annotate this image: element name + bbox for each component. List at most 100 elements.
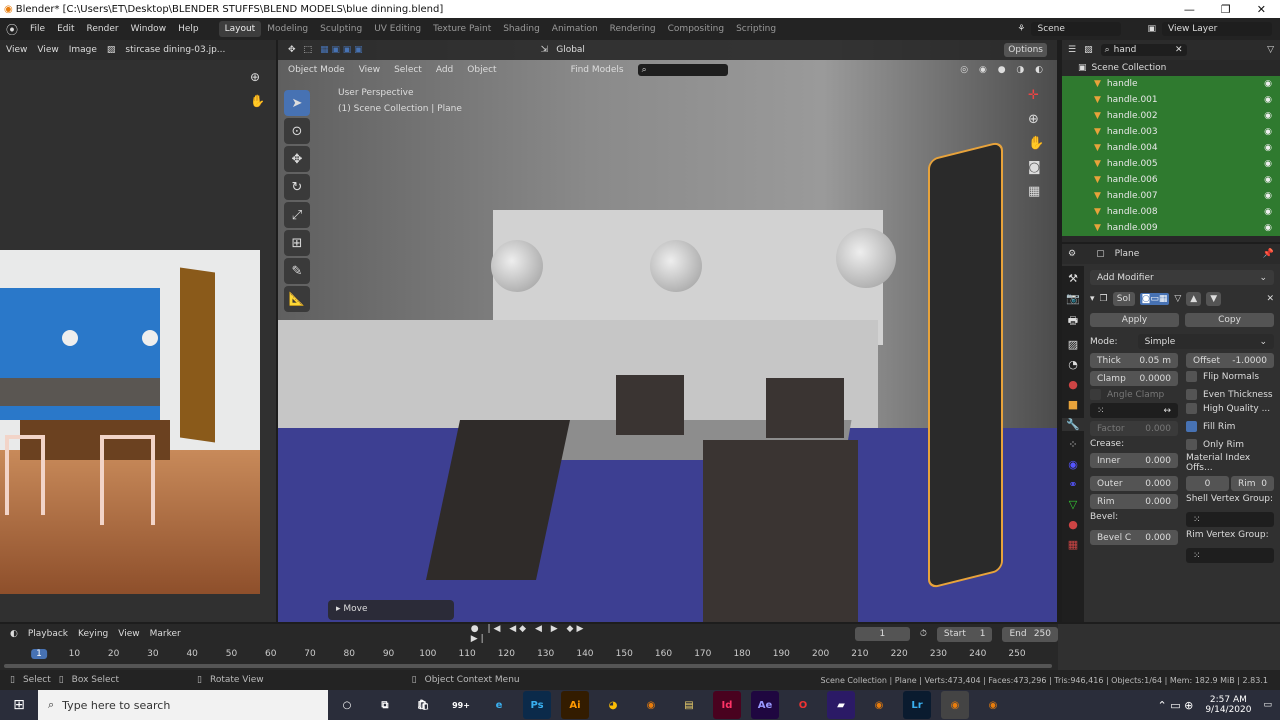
- list-item[interactable]: ▼ handle.007 ◉: [1062, 188, 1280, 204]
- factor-field[interactable]: Factor 0.000: [1090, 421, 1178, 436]
- selected-plane[interactable]: [928, 140, 1003, 590]
- move-down-icon[interactable]: ▼: [1206, 292, 1222, 306]
- pin-icon[interactable]: 📌: [1263, 249, 1274, 259]
- shading-mode-icons[interactable]: ◎ ◉ ● ◑ ◐: [960, 65, 1047, 75]
- eye-icon[interactable]: ◉: [1264, 127, 1272, 137]
- modifier-tab-icon[interactable]: 🔧: [1062, 418, 1084, 431]
- menu-window[interactable]: Window: [131, 24, 167, 34]
- remove-modifier-icon[interactable]: ✕: [1266, 294, 1274, 304]
- eye-icon[interactable]: ◉: [1264, 207, 1272, 217]
- tab-shading[interactable]: Shading: [497, 21, 546, 37]
- tray-icons[interactable]: ⌃ ▭ ⊕: [1158, 699, 1194, 712]
- view-menu[interactable]: View: [118, 629, 139, 639]
- transform-tool-icon[interactable]: ⊞: [284, 230, 310, 256]
- eye-icon[interactable]: ◉: [1264, 79, 1272, 89]
- add-menu[interactable]: Add: [436, 65, 453, 75]
- last-operator-panel[interactable]: ▸ Move: [328, 600, 454, 620]
- tab-uv-editing[interactable]: UV Editing: [368, 21, 427, 37]
- eye-icon[interactable]: ◉: [1264, 159, 1272, 169]
- playback-menu[interactable]: Playback: [28, 629, 68, 639]
- object-tab-icon[interactable]: ■: [1068, 398, 1078, 411]
- eye-icon[interactable]: ◉: [1264, 191, 1272, 201]
- view-menu[interactable]: View: [359, 65, 380, 75]
- select-mode-icon[interactable]: ▦ ▣ ▣ ▣: [320, 45, 363, 55]
- move-up-icon[interactable]: ▲: [1186, 292, 1202, 306]
- menu-file[interactable]: File: [30, 24, 45, 34]
- hand-pan-icon[interactable]: ✋: [1028, 136, 1044, 151]
- illustrator-icon[interactable]: Ai: [561, 691, 589, 719]
- blender-active-icon[interactable]: ◉: [941, 691, 969, 719]
- edge-icon[interactable]: e: [485, 691, 513, 719]
- vertex-group-field[interactable]: ⁙ ↔: [1090, 403, 1178, 418]
- scale-tool-icon[interactable]: ⤢: [284, 202, 310, 228]
- mail-icon[interactable]: 99+: [447, 691, 475, 719]
- angle-clamp-checkbox[interactable]: Angle Clamp: [1090, 389, 1178, 400]
- blender-icon[interactable]: ◉: [637, 691, 665, 719]
- photoshop-icon[interactable]: Ps: [523, 691, 551, 719]
- eye-icon[interactable]: ◉: [1264, 143, 1272, 153]
- eye-icon[interactable]: ◉: [1264, 95, 1272, 105]
- render-tab-icon[interactable]: 📷: [1066, 292, 1080, 305]
- clamp-field[interactable]: Clamp 0.0000: [1090, 371, 1178, 386]
- collapse-icon[interactable]: ▾: [1090, 294, 1095, 304]
- close-button[interactable]: ✕: [1257, 3, 1266, 16]
- task-view-icon[interactable]: ⧉: [371, 691, 399, 719]
- tab-texture-paint[interactable]: Texture Paint: [427, 21, 497, 37]
- timeline-scrollbar[interactable]: [4, 664, 1052, 668]
- marker-menu[interactable]: Marker: [150, 629, 181, 639]
- list-item[interactable]: ▼ handle.008 ◉: [1062, 204, 1280, 220]
- tab-scripting[interactable]: Scripting: [730, 21, 782, 37]
- 3d-viewport[interactable]: ✥ ⬚ ▦ ▣ ▣ ▣ ⇲ Global Options Object Mode…: [278, 40, 1057, 622]
- tab-rendering[interactable]: Rendering: [604, 21, 662, 37]
- grid-perspective-icon[interactable]: ▦: [1028, 184, 1044, 199]
- tab-modeling[interactable]: Modeling: [261, 21, 314, 37]
- zoom-icon[interactable]: ⊕: [1028, 112, 1044, 127]
- start-frame-field[interactable]: Start 1: [936, 626, 993, 642]
- menu-render[interactable]: Render: [87, 24, 119, 34]
- rim-vertex-group-field[interactable]: ⁙: [1186, 548, 1274, 563]
- keying-menu[interactable]: Keying: [78, 629, 108, 639]
- list-item[interactable]: ▼ handle ◉: [1062, 76, 1280, 92]
- object-menu[interactable]: Object: [467, 65, 496, 75]
- tab-animation[interactable]: Animation: [546, 21, 604, 37]
- annotate-tool-icon[interactable]: ✎: [284, 258, 310, 284]
- material-rim-field[interactable]: Rim 0: [1231, 476, 1274, 491]
- material-tab-icon[interactable]: ●: [1068, 518, 1078, 531]
- object-mode-dropdown[interactable]: Object Mode: [288, 65, 345, 75]
- eye-icon[interactable]: ◉: [1264, 175, 1272, 185]
- list-item[interactable]: ▼ handle.004 ◉: [1062, 140, 1280, 156]
- eye-icon[interactable]: ◉: [1264, 111, 1272, 121]
- view-layer-selector[interactable]: View Layer: [1162, 22, 1272, 36]
- only-rim-checkbox[interactable]: Only Rim: [1186, 439, 1274, 450]
- minimize-button[interactable]: —: [1184, 3, 1195, 16]
- add-modifier-dropdown[interactable]: Add Modifier ⌄: [1090, 270, 1274, 285]
- find-models-button[interactable]: Find Models: [571, 65, 624, 75]
- outer-field[interactable]: Outer 0.000: [1090, 476, 1178, 491]
- select-menu[interactable]: Select: [394, 65, 422, 75]
- options-dropdown[interactable]: Options: [1004, 43, 1047, 57]
- list-item[interactable]: ▼ handle.005 ◉: [1062, 156, 1280, 172]
- transform-pivot-icon[interactable]: ✥: [288, 45, 296, 55]
- media-encoder-icon[interactable]: ▰: [827, 691, 855, 719]
- lightroom-icon[interactable]: Lr: [903, 691, 931, 719]
- bevel-convex-field[interactable]: Bevel C 0.000: [1090, 530, 1178, 545]
- camera-icon[interactable]: ◙: [1028, 160, 1044, 175]
- cursor-tool-icon[interactable]: ⊙: [284, 118, 310, 144]
- particles-tab-icon[interactable]: ⁘: [1068, 438, 1077, 451]
- list-item[interactable]: ▼ handle.002 ◉: [1062, 108, 1280, 124]
- shell-vertex-group-field[interactable]: ⁙: [1186, 512, 1274, 527]
- indesign-icon[interactable]: Id: [713, 691, 741, 719]
- tab-sculpting[interactable]: Sculpting: [314, 21, 368, 37]
- menu-help[interactable]: Help: [178, 24, 199, 34]
- blender-menu-icon[interactable]: ⦿: [6, 21, 18, 38]
- material-offset-field[interactable]: 0: [1186, 476, 1229, 491]
- view-menu[interactable]: View: [37, 45, 58, 55]
- copy-button[interactable]: Copy: [1185, 313, 1274, 327]
- scene-selector[interactable]: Scene: [1031, 22, 1122, 36]
- list-item[interactable]: ▼ handle.003 ◉: [1062, 124, 1280, 140]
- texture-tab-icon[interactable]: ▦: [1068, 538, 1078, 551]
- viewport-search-icon[interactable]: ⌕: [637, 64, 728, 76]
- even-thickness-checkbox[interactable]: Even Thickness: [1186, 389, 1274, 400]
- chrome-icon[interactable]: ◕: [599, 691, 627, 719]
- image-menu[interactable]: Image: [69, 45, 97, 55]
